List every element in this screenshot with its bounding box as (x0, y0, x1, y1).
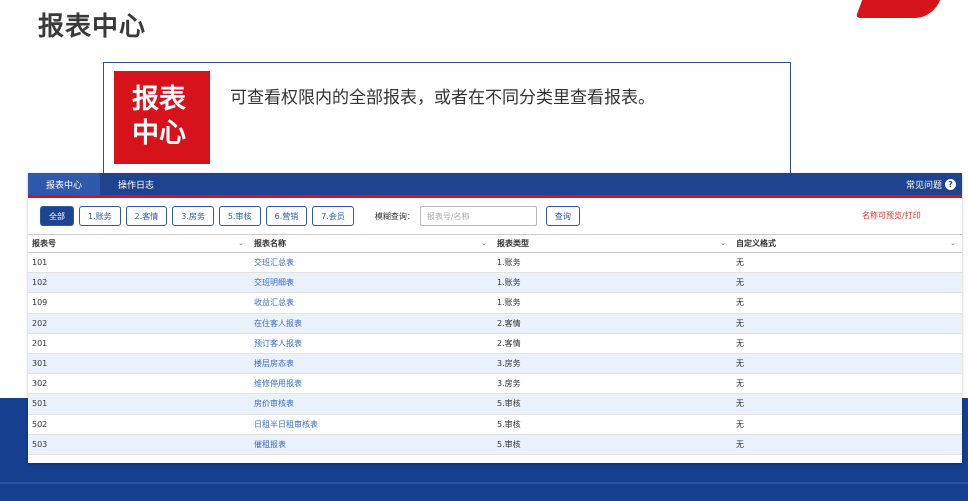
cell-report-type: 5.审核 (493, 434, 732, 455)
cell-report-type: 1.账务 (493, 272, 732, 294)
report-app-window: 报表中心 操作日志 常见问题 ? 全部 1.账务 2.客情 3.房务 5.审核 … (28, 173, 962, 463)
report-table: 报表号 ⌄ 报表名称 ⌄ 报表类型 ⌄ 自定义格式 ⌄ 101 交班汇总表 1.账务 无… (28, 234, 962, 455)
cell-report-type: 1.账务 (493, 292, 732, 314)
filter-housekeeping-button[interactable]: 3.房务 (172, 206, 214, 226)
cell-report-name-link[interactable]: 催租报表 (250, 434, 493, 455)
table-row[interactable]: 202 在住客人报表 2.客情 无 (28, 313, 962, 334)
cell-custom-format: 无 (732, 252, 962, 274)
table-row[interactable]: 501 房价审核表 5.审核 无 (28, 393, 962, 415)
cell-custom-format: 无 (732, 353, 962, 375)
cell-report-type: 2.客情 (493, 313, 732, 334)
table-row[interactable]: 101 交班汇总表 1.账务 无 (28, 252, 962, 274)
cell-report-type: 5.审核 (493, 393, 732, 415)
chevron-down-icon: ⌄ (481, 239, 487, 247)
cell-report-name-link[interactable]: 在住客人报表 (250, 313, 493, 334)
filter-member-button[interactable]: 7.会员 (312, 206, 354, 226)
cell-report-id: 301 (28, 353, 250, 375)
chevron-down-icon: ⌄ (950, 239, 956, 247)
table-row[interactable]: 109 收益汇总表 1.账务 无 (28, 292, 962, 314)
cell-report-type: 5.审核 (493, 414, 732, 435)
table-row[interactable]: 102 交班明细表 1.账务 无 (28, 272, 962, 294)
cell-report-id: 101 (28, 252, 250, 274)
column-header-custom-format[interactable]: 自定义格式 ⌄ (732, 234, 962, 253)
table-row[interactable]: 201 预订客人报表 2.客情 无 (28, 333, 962, 354)
fuzzy-search-label: 模糊查询： (374, 211, 415, 221)
table-row[interactable]: 502 日租半日租审核表 5.审核 无 (28, 414, 962, 435)
cell-report-id: 302 (28, 373, 250, 395)
cell-custom-format: 无 (732, 414, 962, 435)
tab-operation-log[interactable]: 操作日志 (100, 173, 172, 195)
cell-report-name-link[interactable]: 维修停用报表 (250, 373, 493, 395)
cell-report-id: 102 (28, 272, 250, 294)
cell-report-name-link[interactable]: 房价审核表 (250, 393, 493, 415)
help-icon: ? (945, 178, 956, 190)
cell-report-name-link[interactable]: 楼层房态表 (250, 353, 493, 375)
cell-report-name-link[interactable]: 交班明细表 (250, 272, 493, 294)
cell-report-type: 1.账务 (493, 252, 732, 274)
filter-all-button[interactable]: 全部 (40, 206, 74, 226)
chevron-down-icon: ⌄ (720, 239, 726, 247)
filter-bar: 全部 1.账务 2.客情 3.房务 5.审核 6.营销 7.会员 模糊查询： 查… (28, 198, 962, 234)
cell-report-name-link[interactable]: 预订客人报表 (250, 333, 493, 354)
cell-report-id: 503 (28, 434, 250, 455)
cell-custom-format: 无 (732, 393, 962, 415)
table-header-row: 报表号 ⌄ 报表名称 ⌄ 报表类型 ⌄ 自定义格式 ⌄ (28, 234, 962, 253)
cell-custom-format: 无 (732, 333, 962, 354)
cell-custom-format: 无 (732, 292, 962, 314)
intro-badge: 报表 中心 (114, 71, 210, 164)
filter-marketing-button[interactable]: 6.营销 (265, 206, 308, 226)
table-row[interactable]: 302 维修停用报表 3.房务 无 (28, 373, 962, 395)
cell-report-name-link[interactable]: 收益汇总表 (250, 292, 493, 314)
search-input[interactable] (419, 206, 537, 226)
faq-link[interactable]: 常见问题 ? (906, 178, 956, 191)
column-header-report-name[interactable]: 报表名称 ⌄ (250, 234, 493, 253)
cell-report-name-link[interactable]: 交班汇总表 (250, 252, 493, 274)
tab-report-center[interactable]: 报表中心 (28, 173, 101, 195)
corner-decoration (855, 0, 943, 18)
cell-custom-format: 无 (732, 373, 962, 395)
cell-report-type: 3.房务 (493, 353, 732, 375)
cell-report-type: 3.房务 (493, 373, 732, 395)
cell-report-id: 502 (28, 414, 250, 435)
badge-line-1: 报表 (132, 84, 186, 115)
page-title: 报表中心 (38, 12, 147, 42)
cell-report-id: 109 (28, 292, 250, 314)
filter-accounting-button[interactable]: 1.账务 (79, 206, 121, 226)
table-row[interactable]: 301 楼层房态表 3.房务 无 (28, 353, 962, 375)
column-header-report-type[interactable]: 报表类型 ⌄ (493, 234, 732, 253)
cell-report-id: 501 (28, 393, 250, 415)
column-header-report-id[interactable]: 报表号 ⌄ (28, 234, 250, 253)
cell-custom-format: 无 (732, 313, 962, 334)
badge-line-2: 中心 (132, 118, 186, 149)
faq-label: 常见问题 (905, 180, 942, 191)
intro-text: 可查看权限内的全部报表，或者在不同分类里查看报表。 (230, 88, 655, 108)
cell-report-id: 201 (28, 333, 250, 354)
top-nav-bar: 报表中心 操作日志 常见问题 ? (28, 173, 962, 195)
filter-guest-button[interactable]: 2.客情 (125, 206, 168, 226)
cell-custom-format: 无 (732, 272, 962, 294)
cell-report-id: 202 (28, 313, 250, 334)
preview-print-hint: 名称可预览/打印 (862, 211, 921, 220)
chevron-down-icon: ⌄ (238, 239, 244, 247)
footer-divider (0, 482, 968, 484)
cell-custom-format: 无 (732, 434, 962, 455)
query-button[interactable]: 查询 (545, 206, 580, 226)
intro-box: 报表 中心 可查看权限内的全部报表，或者在不同分类里查看报表。 (103, 62, 791, 174)
cell-report-type: 2.客情 (493, 333, 732, 354)
table-row[interactable]: 503 催租报表 5.审核 无 (28, 434, 962, 455)
filter-audit-button[interactable]: 5.审核 (218, 206, 261, 226)
cell-report-name-link[interactable]: 日租半日租审核表 (250, 414, 493, 435)
